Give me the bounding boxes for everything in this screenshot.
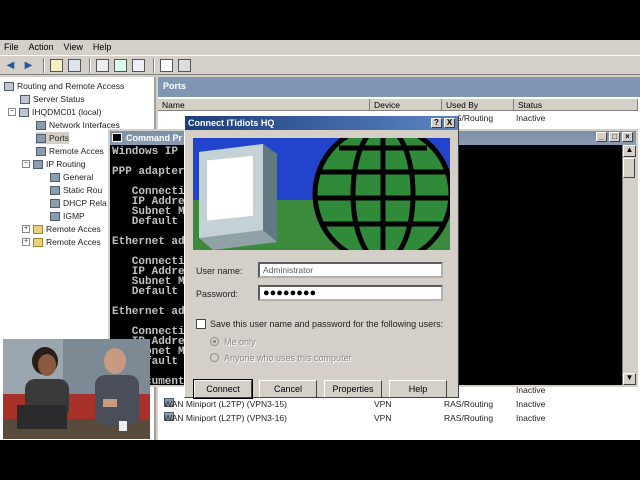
table-row[interactable]: WAN Miniport (L2TP) (VPN3-16) VPN RAS/Ro… [158,412,638,425]
anyone-label: Anyone who uses this computer [224,353,352,363]
cancel-button[interactable]: Cancel [259,380,317,398]
dialog-titlebar[interactable]: Connect ITidiots HQ ? X [185,116,458,130]
general-icon [50,172,60,182]
connect-dialog: Connect ITidiots HQ ? X User name: Admin… [184,115,459,399]
export-list-icon[interactable] [131,58,146,73]
menu-help[interactable]: Help [93,42,112,52]
up-folder-icon[interactable] [49,58,64,73]
collapse-icon[interactable]: − [22,160,30,168]
tree-item-igmp[interactable]: IGMP [50,210,85,222]
cell-status: Inactive [516,399,546,409]
tree-item-remote-access-clients[interactable]: Remote Acces [36,145,104,157]
connection-banner-image [193,138,450,250]
cmd-title: Command Pr [126,133,183,143]
server-icon [4,81,14,91]
expand-icon[interactable]: + [22,238,30,246]
expand-icon[interactable]: + [22,225,30,233]
tree-item-ip-routing[interactable]: − IP Routing [22,158,86,170]
collapse-icon[interactable]: − [8,108,16,116]
toolbar-separator [89,57,91,73]
menu-file[interactable]: File [4,42,19,52]
me-only-label: Me only [224,337,256,347]
routes-icon [50,185,60,195]
properties-button[interactable]: Properties [324,380,382,398]
clients-icon [36,146,46,156]
toolbar: ◀ ▶ [0,55,640,75]
server-icon [19,107,29,117]
connect-button[interactable]: Connect [193,379,253,399]
server-icon [20,94,30,104]
tree-item-remote-access-logging[interactable]: + Remote Acces [22,236,101,248]
webcam-video-inset [3,339,150,439]
tree-item-rras-root[interactable]: Routing and Remote Access [4,80,124,92]
dhcp-icon [50,198,60,208]
cell-used-by: RAS/Routing [444,399,494,409]
cell-status: Inactive [516,413,546,423]
tree-item-static-routes[interactable]: Static Rou [50,184,102,196]
tree-item-remote-access-policies[interactable]: + Remote Acces [22,223,101,235]
folder-icon [33,237,43,247]
anyone-radio[interactable] [210,353,219,362]
show-tree-icon[interactable] [67,58,82,73]
back-arrow-icon[interactable]: ◀ [3,58,18,73]
me-only-radio[interactable] [210,337,219,346]
policy-icon [33,224,43,234]
menu-view[interactable]: View [64,42,83,52]
password-field[interactable]: ●●●●●●●● [258,285,443,301]
menu-bar: File Action View Help [0,40,640,54]
minimize-icon[interactable]: _ [596,132,607,142]
tree-item-server-status[interactable]: Server Status [20,93,85,105]
username-field[interactable]: Administrator [258,262,443,278]
save-credentials-checkbox[interactable] [196,319,206,329]
save-credentials-label: Save this user name and password for the… [210,319,444,329]
close-icon[interactable]: × [622,132,633,142]
cmd-icon [112,133,122,142]
toolbar-separator [43,57,45,73]
column-header-used-by[interactable]: Used By [442,99,514,111]
cell-used-by: RAS/Routing [444,413,494,423]
tree-item-general[interactable]: General [50,171,93,183]
tree-item-server[interactable]: − IHQDMC01 (local) [8,106,101,118]
pane-title: Ports [158,77,640,97]
username-label: User name: [196,266,243,276]
properties-icon[interactable] [95,58,110,73]
scroll-thumb[interactable] [623,158,635,178]
help-dialog-button[interactable]: Help [389,380,447,398]
cell-device: VPN [374,399,392,409]
tree-item-dhcp-relay[interactable]: DHCP Rela [50,197,107,209]
igmp-icon [50,211,60,221]
cmd-scrollbar[interactable]: ▲ ▼ [622,145,636,385]
scroll-up-icon[interactable]: ▲ [623,145,636,157]
refresh-icon[interactable] [113,58,128,73]
letterbox-top [0,0,640,40]
table-row[interactable]: WAN Miniport (L2TP) (VPN3-15) VPN RAS/Ro… [158,398,638,411]
menu-action[interactable]: Action [29,42,54,52]
dialog-title: Connect ITidiots HQ [188,118,275,128]
help-icon[interactable] [159,58,174,73]
column-header-device[interactable]: Device [370,99,442,111]
scroll-down-icon[interactable]: ▼ [623,373,636,385]
column-header-name[interactable]: Name [158,99,370,111]
password-label: Password: [196,289,239,299]
ports-icon [36,133,46,143]
forward-arrow-icon[interactable]: ▶ [21,58,36,73]
routing-icon [33,159,43,169]
mmc-window: File Action View Help ◀ ▶ Routing and Re… [0,40,640,440]
cell-device: VPN [374,413,392,423]
maximize-icon[interactable]: □ [609,132,620,142]
help-button[interactable]: ? [431,118,442,128]
toolbar-separator [153,57,155,73]
console-icon[interactable] [177,58,192,73]
column-header-status[interactable]: Status [514,99,638,111]
network-icon [36,120,46,130]
tree-item-ports[interactable]: Ports [36,132,69,144]
cell-status: Inactive [516,113,546,123]
letterbox-bottom [0,440,640,480]
close-button[interactable]: X [444,118,455,128]
